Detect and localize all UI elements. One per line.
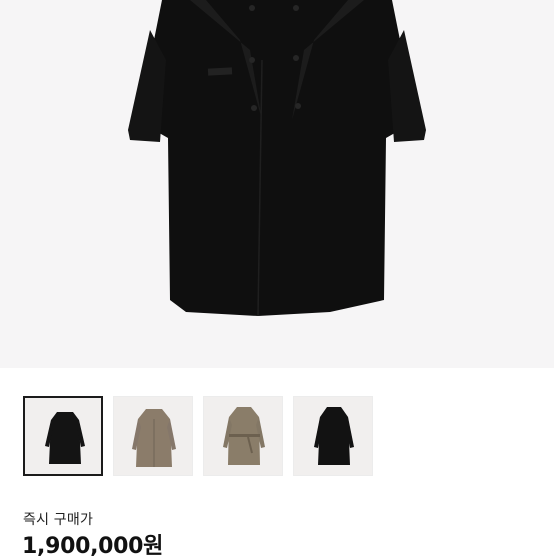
thumbnail-4[interactable]: [293, 396, 373, 476]
thumbnail-1[interactable]: [23, 396, 103, 476]
beige-coat-thumbnail-icon: [132, 409, 176, 467]
black-coat-thumbnail-icon: [45, 412, 85, 464]
coat-image: [128, 0, 426, 317]
thumbnail-3[interactable]: [203, 396, 283, 476]
belted-coat-thumbnail-icon: [223, 407, 265, 465]
instant-buy-price: 1,900,000원: [22, 534, 164, 559]
main-product-image[interactable]: [0, 0, 554, 368]
black-single-coat-thumbnail-icon: [314, 407, 354, 465]
thumbnail-strip: [23, 396, 373, 476]
thumbnail-2[interactable]: [113, 396, 193, 476]
instant-buy-price-label: 즉시 구매가: [23, 512, 94, 528]
